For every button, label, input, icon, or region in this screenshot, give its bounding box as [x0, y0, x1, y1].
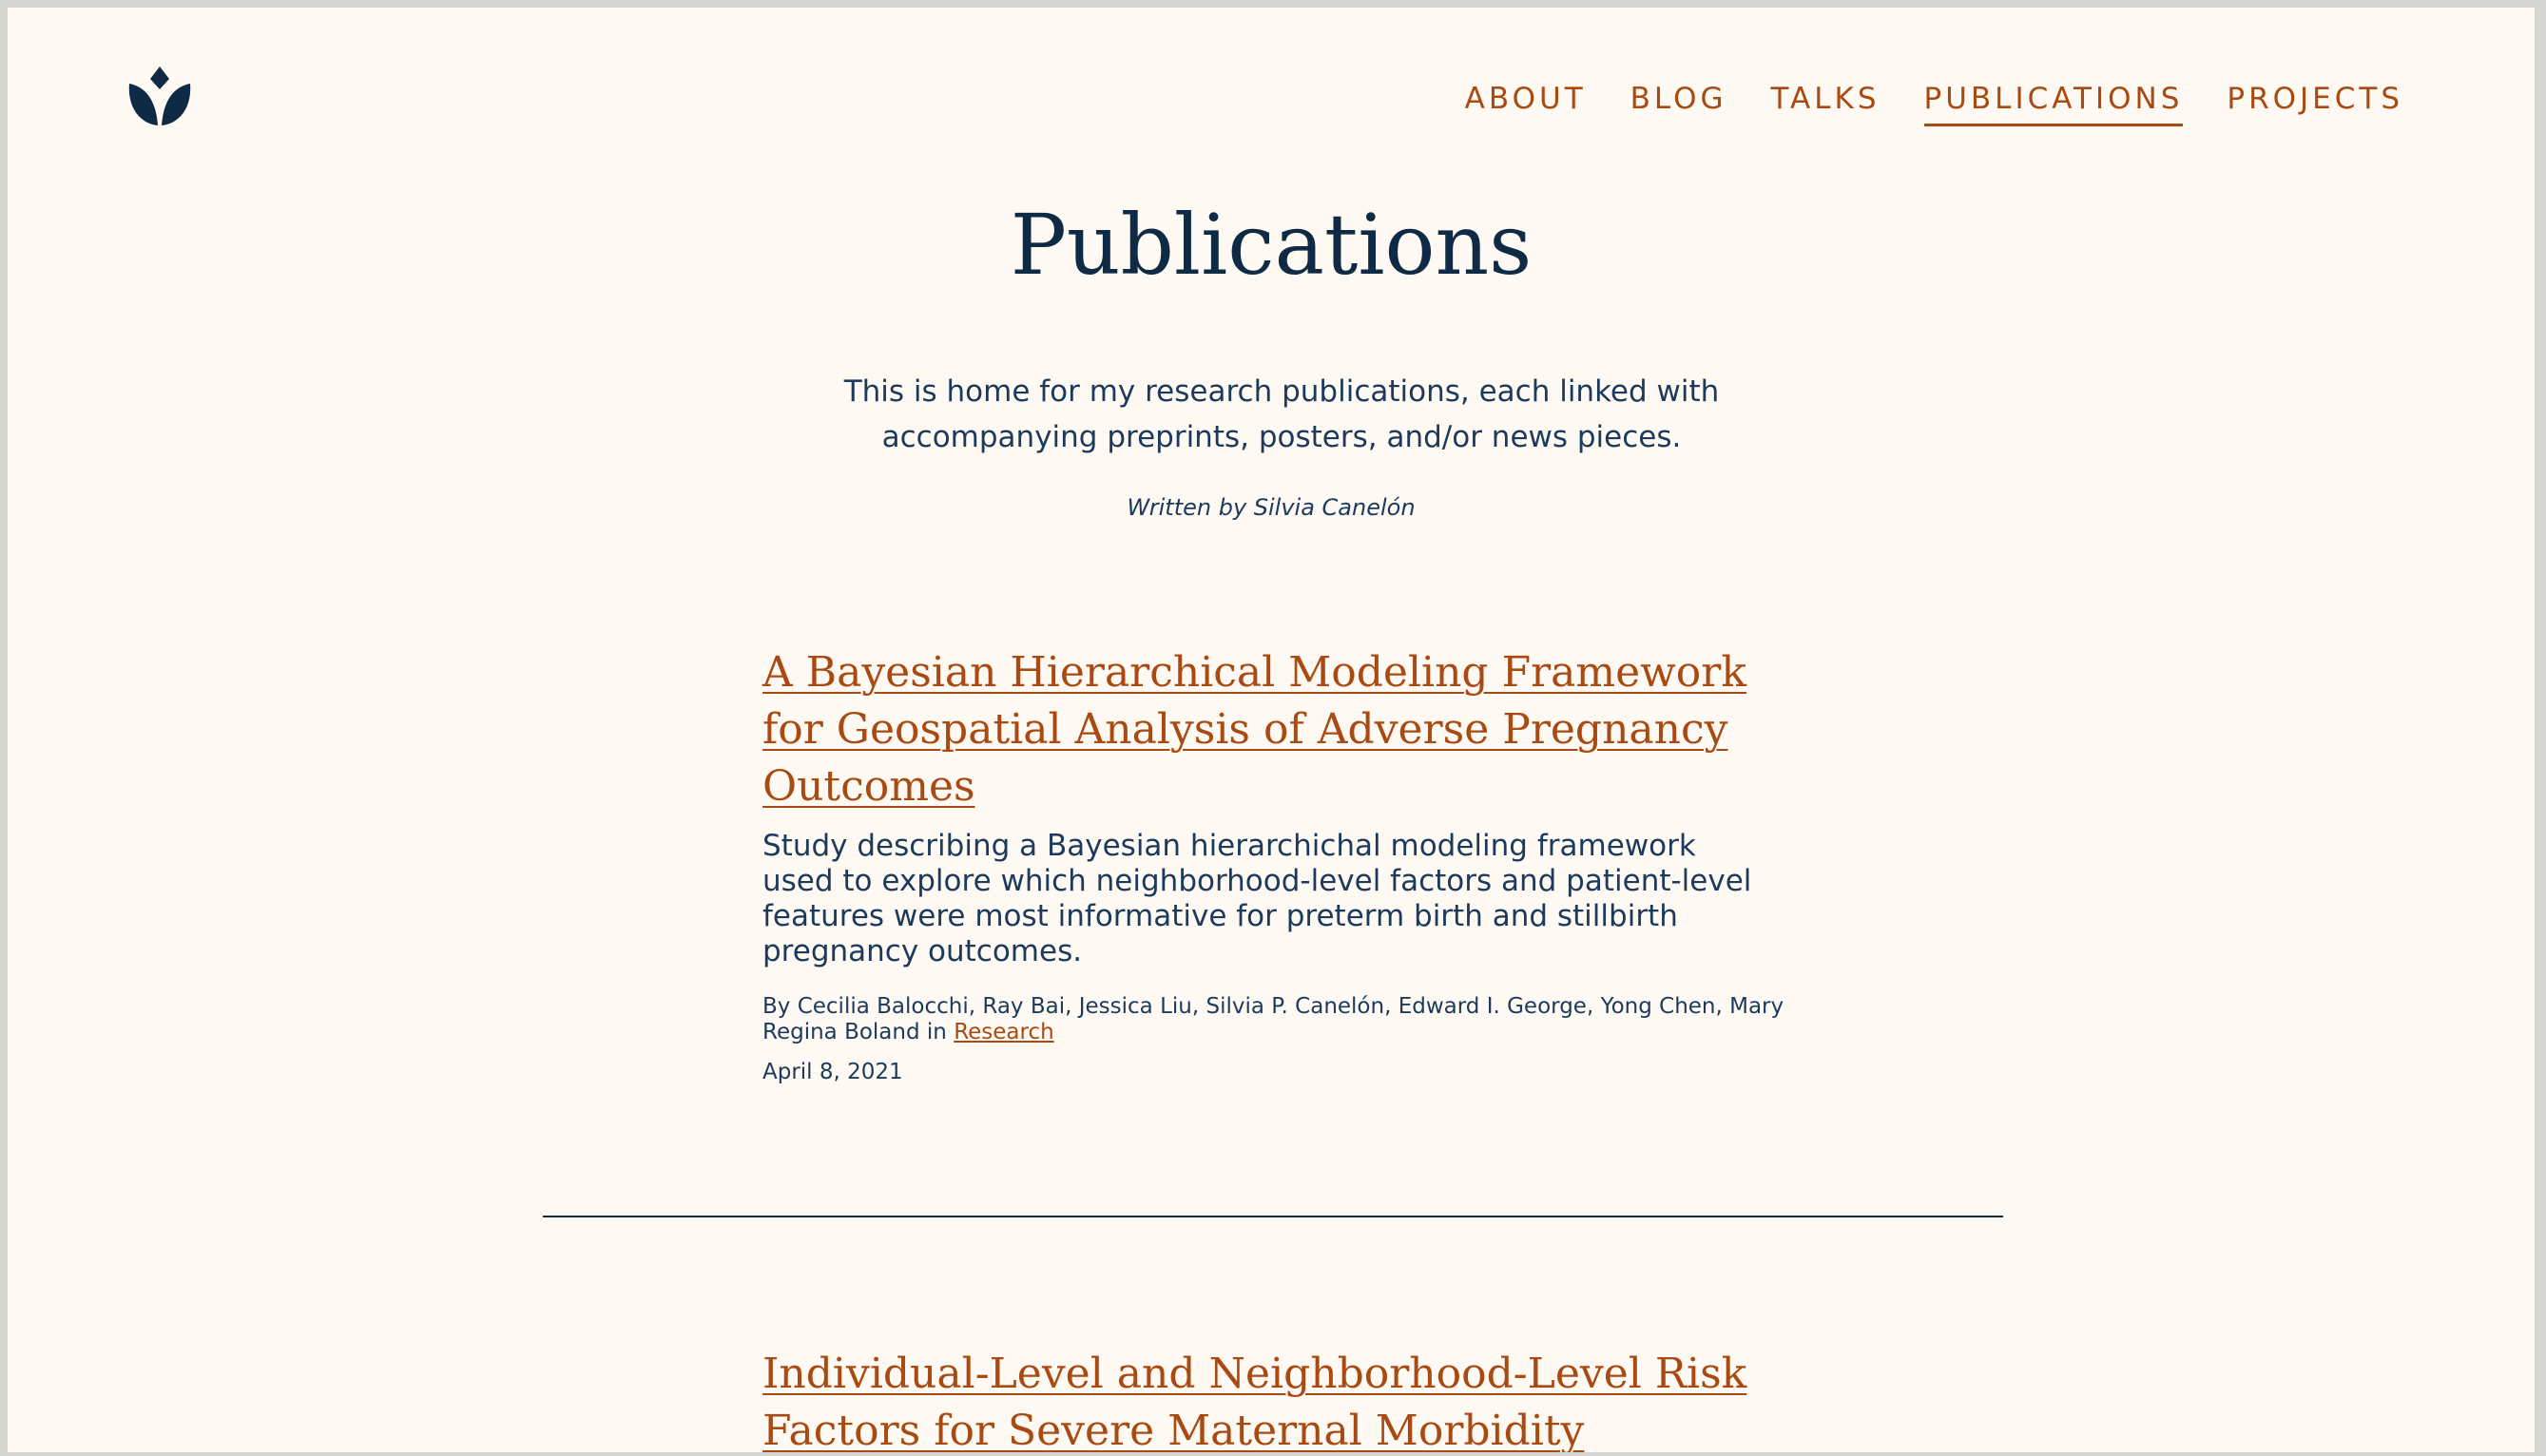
- main-nav: ABOUT BLOG TALKS PUBLICATIONS PROJECTS: [1465, 78, 2403, 126]
- publication-authors-text: By Cecilia Balocchi, Ray Bai, Jessica Li…: [762, 994, 1784, 1044]
- nav-publications[interactable]: PUBLICATIONS: [1923, 78, 2184, 126]
- nav-talks[interactable]: TALKS: [1771, 78, 1881, 126]
- page-intro: This is home for my research publication…: [843, 374, 1720, 454]
- nav-projects[interactable]: PROJECTS: [2227, 78, 2403, 126]
- publication-title-link[interactable]: Individual-Level and Neighborhood-Level …: [762, 1346, 1799, 1452]
- page-byline: Written by Silvia Canelón: [1127, 494, 1416, 521]
- publication-authors: By Cecilia Balocchi, Ray Bai, Jessica Li…: [762, 994, 1799, 1045]
- logo-home-link[interactable]: [124, 63, 196, 129]
- publication-description: Study describing a Bayesian hierarchicha…: [762, 829, 1752, 968]
- publication-category-link[interactable]: Research: [954, 1020, 1054, 1044]
- section-divider: [543, 1216, 2003, 1217]
- nav-about[interactable]: ABOUT: [1465, 78, 1587, 126]
- page-title: Publications: [1010, 196, 1533, 294]
- publication-item: A Bayesian Hierarchical Modeling Framewo…: [762, 644, 1799, 1084]
- publication-date: April 8, 2021: [762, 1060, 903, 1084]
- lotus-icon: [128, 67, 191, 125]
- publication-title-link[interactable]: A Bayesian Hierarchical Modeling Framewo…: [762, 644, 1799, 815]
- nav-blog[interactable]: BLOG: [1630, 78, 1727, 126]
- publication-item: Individual-Level and Neighborhood-Level …: [762, 1346, 1799, 1452]
- browser-viewport: ABOUT BLOG TALKS PUBLICATIONS PROJECTS P…: [8, 8, 2535, 1452]
